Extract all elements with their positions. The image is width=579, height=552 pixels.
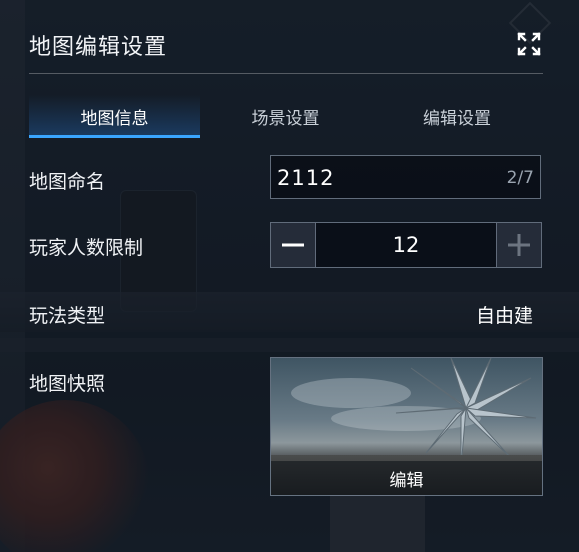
map-snapshot-thumbnail[interactable]: 编辑 bbox=[270, 357, 543, 496]
tab-edit-settings[interactable]: 编辑设置 bbox=[371, 95, 543, 138]
close-button[interactable] bbox=[515, 30, 543, 58]
close-icon bbox=[517, 32, 541, 56]
game-mode-value: 自由建 bbox=[476, 305, 534, 327]
map-name-char-counter: 2/7 bbox=[506, 168, 534, 188]
minus-icon bbox=[282, 243, 304, 247]
map-snapshot-label: 地图快照 bbox=[29, 373, 106, 395]
header-divider bbox=[29, 73, 543, 74]
increment-button[interactable] bbox=[496, 223, 541, 267]
decrement-button[interactable] bbox=[271, 223, 316, 267]
settings-panel: 地图编辑设置 地图信息 场景设置 编辑设置 地图命名 2112 2/7 玩家人数… bbox=[0, 0, 579, 552]
game-mode-label: 玩法类型 bbox=[29, 305, 106, 327]
player-limit-label: 玩家人数限制 bbox=[29, 237, 144, 259]
player-limit-value: 12 bbox=[392, 233, 420, 257]
tab-scene-settings[interactable]: 场景设置 bbox=[200, 95, 371, 138]
map-name-label: 地图命名 bbox=[29, 171, 106, 193]
panel-title: 地图编辑设置 bbox=[29, 35, 168, 60]
snapshot-edit-button[interactable]: 编辑 bbox=[271, 461, 542, 495]
map-name-value: 2112 bbox=[277, 166, 335, 190]
map-name-input[interactable]: 2112 2/7 bbox=[270, 155, 541, 199]
tab-bar: 地图信息 场景设置 编辑设置 bbox=[29, 95, 543, 138]
plus-icon bbox=[508, 234, 530, 256]
player-limit-stepper: 12 bbox=[270, 222, 542, 268]
snapshot-crystal-structure bbox=[395, 358, 537, 468]
tab-map-info[interactable]: 地图信息 bbox=[29, 95, 200, 138]
